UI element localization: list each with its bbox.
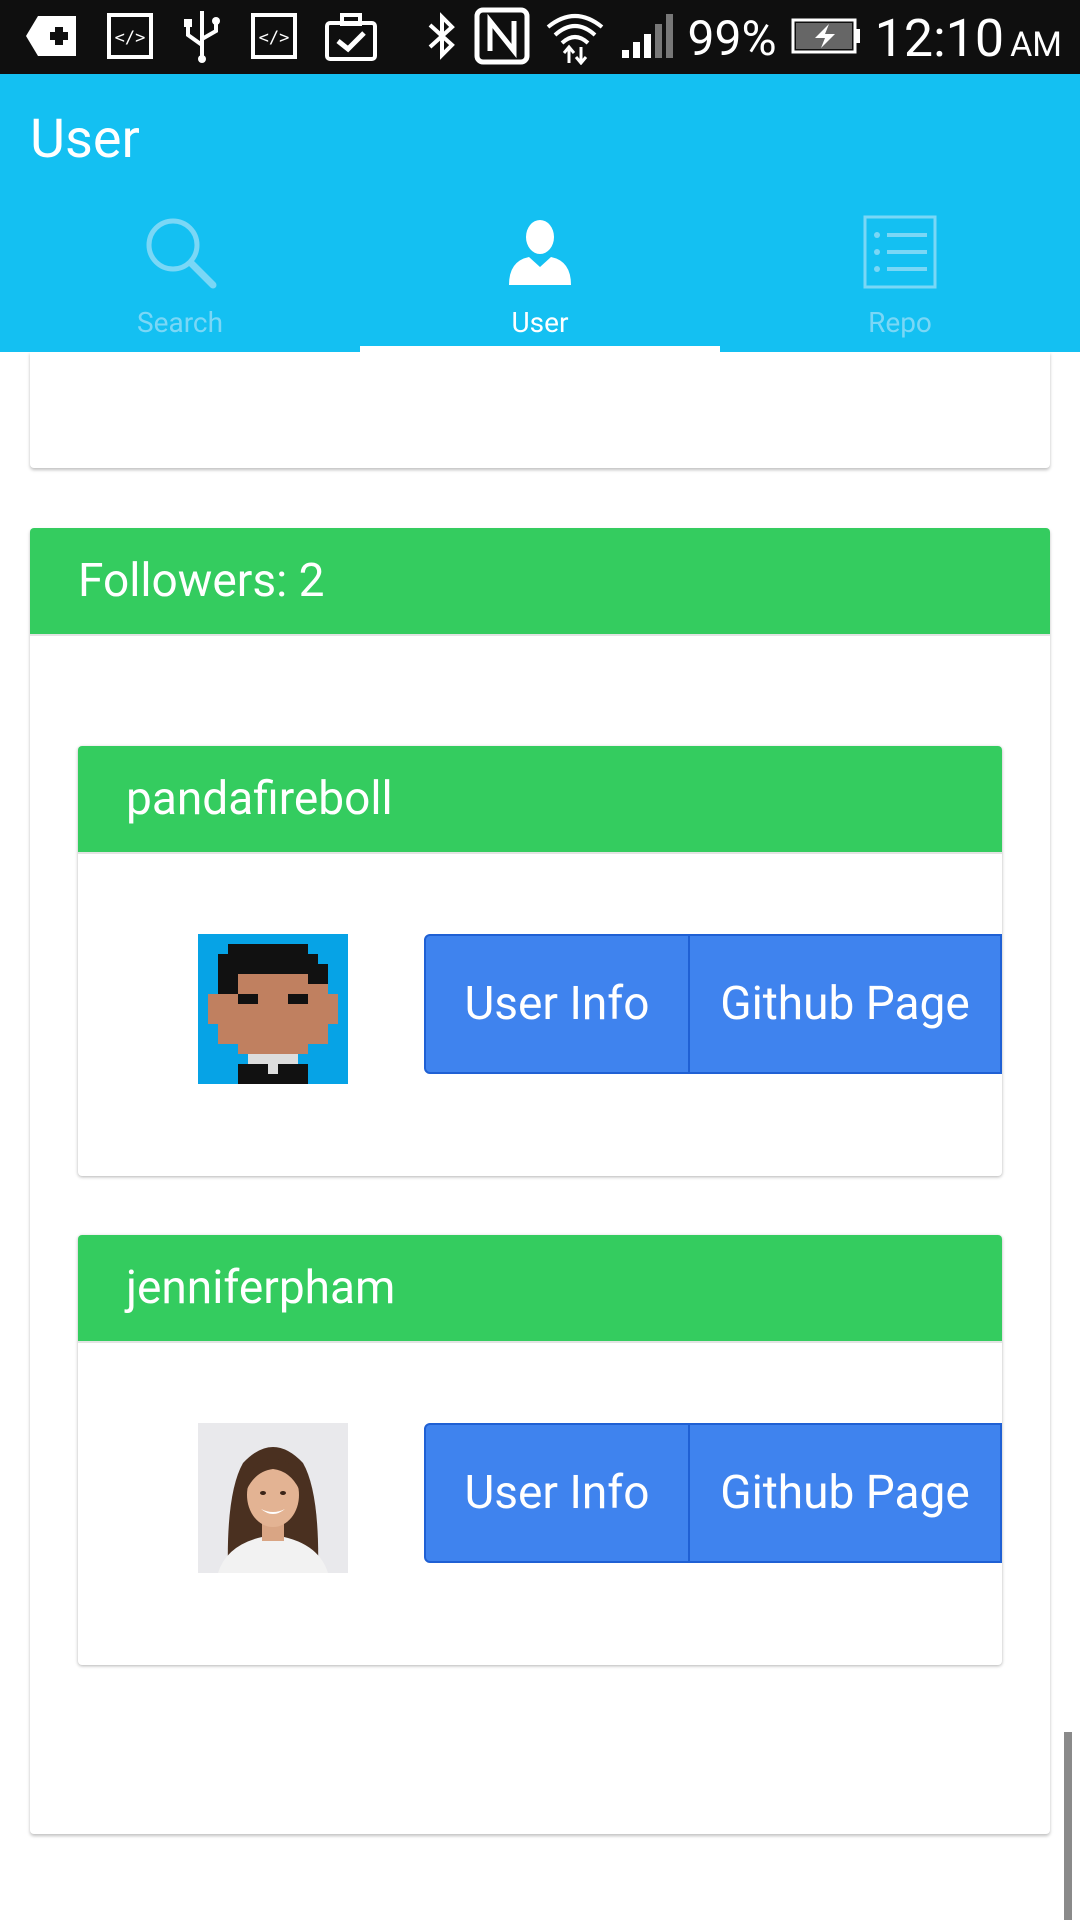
user-info-button[interactable]: User Info <box>424 934 690 1074</box>
github-page-button[interactable]: Github Page <box>690 934 1002 1074</box>
tab-search[interactable]: Search <box>0 204 360 352</box>
tab-label: User <box>511 306 569 339</box>
clock: 12:10 AM <box>874 7 1062 69</box>
github-page-button[interactable]: Github Page <box>690 1423 1002 1563</box>
signal-icon <box>620 12 674 64</box>
follower-name: pandafireboll <box>126 772 393 826</box>
avatar <box>198 934 348 1084</box>
followers-title: Followers: 2 <box>78 554 325 608</box>
tab-label: Search <box>136 306 223 339</box>
code-icon: </> <box>250 12 298 64</box>
followers-header: Followers: 2 <box>30 528 1050 636</box>
tab-bar: Search User Repo <box>0 204 1080 352</box>
avatar <box>198 1423 348 1573</box>
svg-text:</>: </> <box>115 28 146 48</box>
svg-text:</>: </> <box>259 28 290 48</box>
content-scroll-area[interactable]: Followers: 2 pandafireboll User Info Git… <box>0 352 1080 1920</box>
usb-icon <box>180 9 224 67</box>
tab-repo[interactable]: Repo <box>720 204 1080 352</box>
follower-card: pandafireboll User Info Github Page <box>78 746 1002 1176</box>
wifi-icon <box>544 7 606 69</box>
tab-user[interactable]: User <box>360 204 720 352</box>
followers-card: Followers: 2 pandafireboll User Info Git… <box>30 528 1050 1834</box>
user-info-button[interactable]: User Info <box>424 1423 690 1563</box>
previous-card <box>30 352 1050 468</box>
follower-header: pandafireboll <box>78 746 1002 854</box>
list-icon <box>863 212 937 292</box>
status-right-icons: 99% 12:10 AM <box>424 7 1062 69</box>
user-icon <box>505 212 575 292</box>
status-left-icons: </> </> <box>24 10 378 66</box>
bluetooth-icon <box>424 9 460 67</box>
briefcase-check-icon <box>324 11 378 65</box>
app-bar: User Search User Repo <box>0 74 1080 352</box>
follower-name: jenniferpham <box>126 1261 396 1315</box>
follower-header: jenniferpham <box>78 1235 1002 1343</box>
search-icon <box>143 212 217 292</box>
add-icon <box>24 14 80 62</box>
scrollbar[interactable] <box>1064 1732 1072 1920</box>
follower-actions: User Info Github Page <box>424 1423 1002 1563</box>
follower-actions: User Info Github Page <box>424 934 1002 1074</box>
status-bar: </> </> 99% 12:10 AM <box>0 0 1080 74</box>
code-icon: </> <box>106 12 154 64</box>
battery-percent: 99% <box>687 9 777 67</box>
nfc-icon <box>474 7 530 69</box>
page-title: User <box>30 108 140 171</box>
tab-label: Repo <box>868 306 932 339</box>
battery-charging-icon <box>791 16 861 60</box>
follower-card: jenniferpham User Info Github Page <box>78 1235 1002 1665</box>
